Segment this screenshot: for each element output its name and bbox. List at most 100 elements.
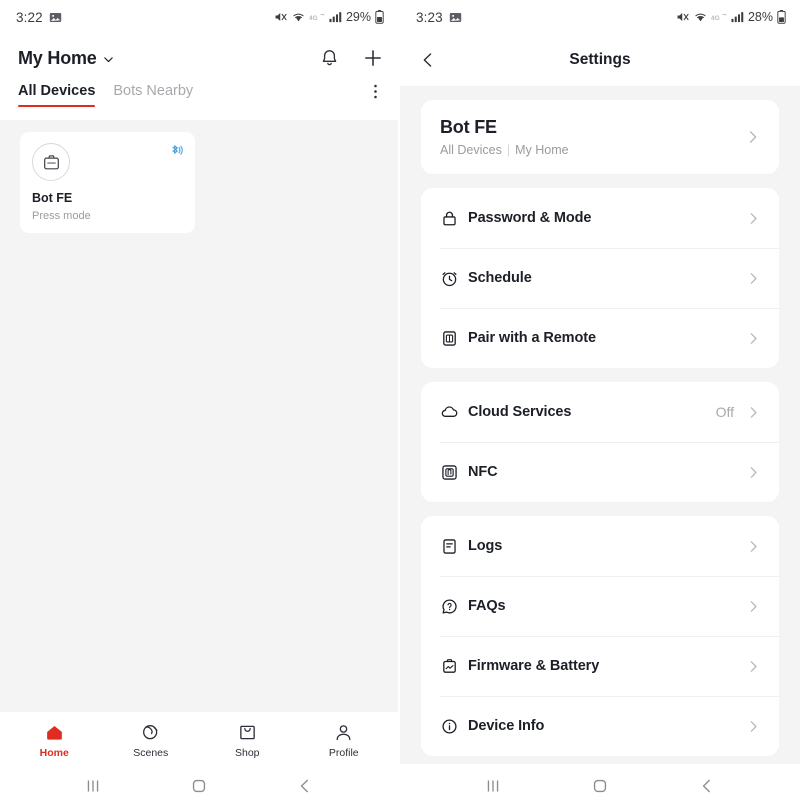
plus-icon[interactable] (362, 47, 384, 69)
home-device-list: Bot FE Press mode (0, 120, 398, 712)
bottom-nav: Home Scenes Shop Profile (0, 712, 398, 764)
settings-row-label: Firmware & Battery (468, 658, 600, 674)
logs-icon (440, 537, 468, 556)
device-icon-circle (32, 143, 70, 181)
svg-text:4G: 4G (711, 15, 720, 22)
settings-row-label: Logs (468, 538, 503, 554)
image-icon (49, 11, 62, 24)
tab-bots-nearby[interactable]: Bots Nearby (113, 82, 193, 107)
home-screen: 3:22 4G 29% My Home All Devices Bots Nea… (0, 0, 400, 808)
home-app-bar: My Home (0, 34, 398, 82)
settings-group-2: Cloud Services Off NFC (421, 382, 779, 502)
settings-row-firmware-battery[interactable]: Firmware & Battery (421, 636, 779, 696)
home-system-nav (0, 764, 398, 808)
firmware-icon (440, 657, 468, 676)
wifi-icon (694, 11, 707, 24)
wifi-icon (292, 11, 305, 24)
device-summary-card[interactable]: Bot FE All Devices | My Home (421, 100, 779, 174)
bot-icon (41, 152, 62, 173)
settings-screen: 3:23 4G 28% Settings Bot FE All Devices … (400, 0, 800, 808)
settings-row-nfc[interactable]: NFC (421, 442, 779, 502)
settings-row-cloud-services[interactable]: Cloud Services Off (421, 382, 779, 442)
nav-item-shop[interactable]: Shop (199, 722, 296, 759)
lock-icon (440, 209, 468, 228)
remote-icon (440, 329, 468, 348)
recents-icon[interactable] (83, 776, 103, 796)
device-summary-room: All Devices (440, 143, 502, 157)
profile-icon (333, 722, 354, 743)
settings-content: Bot FE All Devices | My Home Password & … (400, 86, 800, 764)
settings-status-bar: 3:23 4G 28% (400, 0, 800, 34)
settings-row-value: Off (715, 404, 734, 420)
back-icon[interactable] (697, 776, 717, 796)
battery-percent: 29% (345, 10, 371, 24)
tab-all-devices[interactable]: All Devices (18, 82, 96, 107)
scenes-icon (140, 722, 161, 743)
chevron-right-icon (746, 331, 761, 346)
bluetooth-icon (168, 143, 183, 158)
home-button-icon[interactable] (189, 776, 209, 796)
chevron-down-icon[interactable] (102, 50, 115, 66)
cloud-icon (440, 403, 468, 422)
back-icon[interactable] (295, 776, 315, 796)
battery-percent: 28% (747, 10, 773, 24)
settings-row-label: Password & Mode (468, 210, 592, 226)
chevron-right-icon (746, 465, 761, 480)
home-tabs-row: All Devices Bots Nearby (0, 82, 398, 120)
alarm-icon (440, 269, 468, 288)
tab-all-devices-label: All Devices (18, 83, 96, 99)
image-icon (449, 11, 462, 24)
chevron-right-icon (745, 129, 761, 145)
chevron-right-icon (746, 211, 761, 226)
signal-bars-icon (731, 11, 744, 23)
battery-icon (375, 10, 384, 24)
chevron-right-icon (746, 271, 761, 286)
settings-row-device-info[interactable]: Device Info (421, 696, 779, 756)
settings-row-faqs[interactable]: FAQs (421, 576, 779, 636)
settings-row-logs[interactable]: Logs (421, 516, 779, 576)
tab-bots-nearby-label: Bots Nearby (113, 83, 194, 99)
mute-icon (676, 10, 690, 24)
faq-icon (440, 597, 468, 616)
device-status: Press mode (32, 210, 91, 222)
kebab-menu-icon[interactable] (367, 82, 384, 100)
nfc-icon (440, 463, 468, 482)
home-button-icon[interactable] (590, 776, 610, 796)
back-chevron-icon[interactable] (418, 50, 438, 70)
chevron-right-icon (746, 599, 761, 614)
settings-row-label: Pair with a Remote (468, 330, 596, 346)
shop-icon (237, 722, 258, 743)
nav-item-scenes[interactable]: Scenes (103, 722, 200, 759)
device-summary-path: All Devices | My Home (440, 143, 569, 157)
settings-row-schedule[interactable]: Schedule (421, 248, 779, 308)
4g-icon: 4G (711, 12, 727, 23)
dual-phone-screenshot: 3:22 4G 29% My Home All Devices Bots Nea… (0, 0, 800, 808)
home-icon (44, 722, 65, 743)
device-summary-row[interactable]: Bot FE All Devices | My Home (421, 100, 779, 174)
chevron-right-icon (746, 539, 761, 554)
settings-system-nav (400, 764, 800, 808)
nav-item-shop-label: Shop (234, 746, 260, 759)
device-card-bot-fe[interactable]: Bot FE Press mode (20, 132, 195, 233)
settings-row-label: NFC (468, 464, 498, 480)
device-summary-home: My Home (515, 143, 569, 157)
settings-row-password-mode[interactable]: Password & Mode (421, 188, 779, 248)
home-title[interactable]: My Home (18, 48, 97, 69)
device-summary-name: Bot FE (440, 117, 497, 137)
nav-item-home[interactable]: Home (6, 722, 103, 759)
nav-item-profile[interactable]: Profile (296, 722, 393, 759)
chevron-right-icon (746, 659, 761, 674)
mute-icon (274, 10, 288, 24)
settings-header: Settings (400, 34, 800, 86)
settings-row-pair-remote[interactable]: Pair with a Remote (421, 308, 779, 368)
nav-item-home-label: Home (39, 746, 69, 759)
bell-icon[interactable] (319, 48, 340, 69)
settings-title: Settings (569, 51, 631, 68)
svg-text:4G: 4G (309, 15, 318, 22)
nav-item-scenes-label: Scenes (133, 746, 169, 759)
recents-icon[interactable] (483, 776, 503, 796)
chevron-right-icon (746, 405, 761, 420)
settings-row-label: FAQs (468, 598, 506, 614)
status-time: 3:23 (416, 9, 443, 25)
settings-row-label: Device Info (468, 718, 545, 734)
